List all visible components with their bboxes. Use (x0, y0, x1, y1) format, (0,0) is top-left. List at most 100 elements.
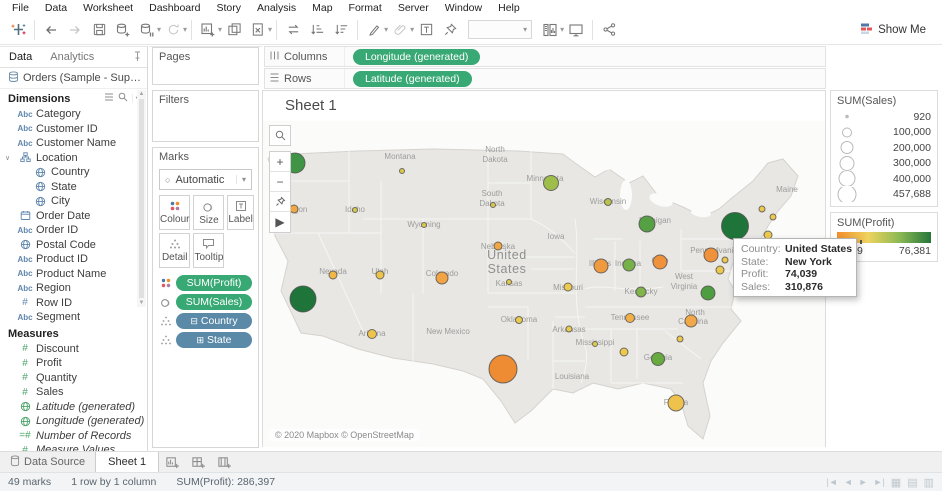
map-mark-tennessee[interactable] (625, 313, 635, 323)
detail-button[interactable]: Detail (159, 233, 191, 268)
run-update-button[interactable] (161, 18, 185, 42)
menu-worksheet[interactable]: Worksheet (75, 2, 141, 14)
map-mark-kentucky[interactable] (635, 286, 647, 298)
pin-icon[interactable] (133, 51, 147, 64)
field-country[interactable]: Country (0, 165, 147, 180)
first-record-icon[interactable]: |◄ (826, 477, 837, 487)
map-mark-illinois[interactable] (593, 258, 609, 274)
field-city[interactable]: City (0, 194, 147, 209)
clear-sheet-caret[interactable]: ▾ (268, 25, 272, 34)
duplicate-sheet-button[interactable] (222, 18, 246, 42)
new-worksheet-button[interactable] (196, 18, 220, 42)
menu-dashboard[interactable]: Dashboard (141, 2, 208, 14)
map-mark-maryland[interactable] (715, 265, 725, 275)
label-button[interactable]: Label (227, 195, 254, 230)
pill-longitude-generated[interactable]: Longitude (generated) (353, 48, 481, 65)
map-mark-idaho[interactable] (352, 207, 358, 213)
map-mark-oklahoma[interactable] (515, 316, 523, 324)
field-order-date[interactable]: Order Date (0, 209, 147, 224)
expander-icon[interactable]: ∨ (5, 154, 14, 162)
rows-shelf[interactable]: Rows Latitude (generated) (264, 68, 826, 89)
film-view-icon[interactable]: ▤ (907, 476, 917, 489)
field-state[interactable]: State (0, 180, 147, 195)
map-mark-michigan[interactable] (638, 215, 656, 233)
map-mark-wisconsin[interactable] (604, 198, 612, 206)
map-mark-arizona[interactable] (367, 329, 377, 339)
tab-analytics[interactable]: Analytics (41, 48, 103, 66)
menu-story[interactable]: Story (208, 2, 249, 14)
tooltip-button[interactable]: Tooltip (193, 233, 225, 268)
last-record-icon[interactable]: ►| (874, 477, 885, 487)
map-mark-north-carolina[interactable] (684, 314, 698, 328)
map-mark-georgia[interactable] (651, 352, 665, 366)
field-customer-name[interactable]: Abc Customer Name (0, 136, 147, 151)
highlight-button[interactable] (362, 18, 386, 42)
field-discount[interactable]: # Discount (0, 342, 147, 357)
pages-shelf[interactable]: Pages (152, 47, 259, 85)
find-field-icon[interactable] (118, 92, 128, 105)
map-mark-oregon[interactable] (289, 204, 299, 214)
map-mark-vermont[interactable] (758, 205, 766, 213)
share-button[interactable] (597, 18, 621, 42)
map-mark-texas[interactable] (488, 354, 518, 384)
sort-ascending-button[interactable] (305, 18, 329, 42)
map-mark-new-york[interactable] (721, 212, 749, 240)
columns-shelf[interactable]: Columns Longitude (generated) (264, 46, 826, 67)
field-number-of-records[interactable]: =# Number of Records (0, 429, 147, 444)
map-mark-arkansas[interactable] (565, 325, 573, 333)
field-customer-id[interactable]: Abc Customer ID (0, 122, 147, 137)
field-latitude-generated[interactable]: Latitude (generated) (0, 400, 147, 415)
pill-latitude-generated[interactable]: Latitude (generated) (353, 70, 472, 87)
presentation-mode-button[interactable] (564, 18, 588, 42)
pill-state[interactable]: ⊞ State (176, 331, 252, 348)
pill-country[interactable]: ⊟ Country (176, 312, 252, 329)
undo-button[interactable] (39, 18, 63, 42)
map-mark-nevada[interactable] (328, 270, 338, 280)
tab-data[interactable]: Data (0, 48, 41, 66)
field-product-id[interactable]: Abc Product ID (0, 252, 147, 267)
redo-button[interactable] (63, 18, 87, 42)
field-quantity[interactable]: # Quantity (0, 371, 147, 386)
map-mark-new-jersey[interactable] (721, 256, 729, 264)
map-mark-mississippi[interactable] (592, 341, 598, 347)
previous-record-icon[interactable]: ◄ (844, 477, 853, 487)
map-mark-virginia[interactable] (700, 285, 716, 301)
show-me-button[interactable]: Show Me (850, 19, 936, 41)
map-mark-florida[interactable] (667, 394, 685, 412)
tab-data-source[interactable]: Data Source (0, 452, 95, 472)
new-data-source-button[interactable] (111, 18, 135, 42)
map-mark-colorado[interactable] (435, 271, 449, 285)
field-region[interactable]: Abc Region (0, 281, 147, 296)
field-postal-code[interactable]: Postal Code (0, 238, 147, 253)
map-mark-ohio[interactable] (652, 254, 668, 270)
menu-analysis[interactable]: Analysis (249, 2, 304, 14)
field-row-id[interactable]: # Row ID (0, 296, 147, 311)
pan-button[interactable]: ▶ (270, 212, 290, 232)
view-as-list-icon[interactable] (104, 92, 114, 105)
zoom-out-button[interactable]: − (270, 172, 290, 192)
menu-help[interactable]: Help (490, 2, 528, 14)
mark-type-dropdown[interactable]: ○ Automatic ▾ (159, 169, 252, 190)
sales-size-legend[interactable]: SUM(Sales) 920 100,000 200,000 300,000 400,0… (830, 90, 938, 207)
new-dashboard-tab-button[interactable] (185, 452, 211, 472)
field-product-name[interactable]: Abc Product Name (0, 267, 147, 282)
field-location[interactable]: ∨ Location (0, 151, 147, 166)
colour-button[interactable]: Colour (159, 195, 191, 230)
map-mark-indiana[interactable] (622, 258, 636, 272)
pill-sum-profit[interactable]: SUM(Profit) (176, 274, 252, 291)
menu-data[interactable]: Data (37, 2, 75, 14)
map-mark-new-hampshire[interactable] (769, 213, 777, 221)
chart-view-icon[interactable]: ▥ (924, 476, 934, 489)
menu-file[interactable]: File (4, 2, 37, 14)
format-workbook-button[interactable] (388, 18, 412, 42)
show-hide-cards-button[interactable] (538, 18, 562, 42)
menu-format[interactable]: Format (341, 2, 390, 14)
map-mark-utah[interactable] (375, 270, 385, 280)
menu-window[interactable]: Window (437, 2, 490, 14)
field-profit[interactable]: # Profit (0, 356, 147, 371)
map-mark-wyoming[interactable] (421, 222, 427, 228)
map-mark-california[interactable] (289, 285, 317, 313)
map-mark-pennsylvania[interactable] (703, 247, 719, 263)
fit-dropdown[interactable]: ▾ (468, 20, 533, 39)
clear-sheet-button[interactable] (246, 18, 270, 42)
